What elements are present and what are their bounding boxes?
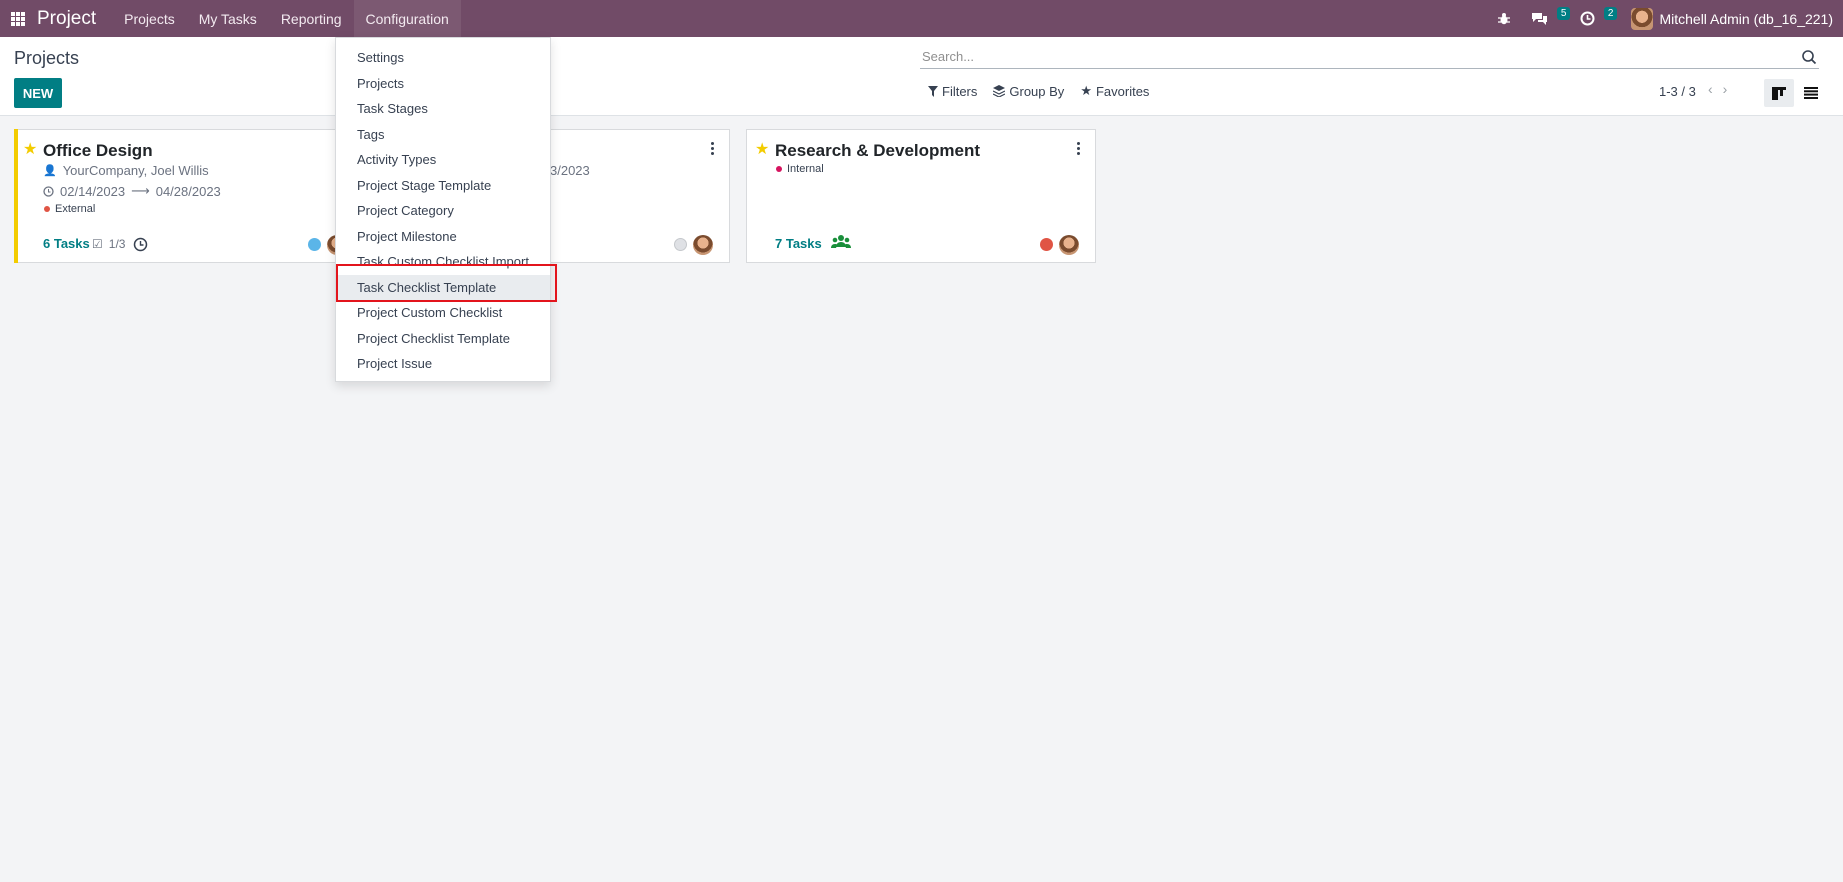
- favorites-label: Favorites: [1095, 83, 1150, 99]
- tag-color-dot: [44, 206, 50, 212]
- tasks-count-link[interactable]: 6 Tasks: [43, 236, 90, 251]
- tag-color-dot: [776, 166, 782, 172]
- status-indicator[interactable]: [1040, 238, 1053, 251]
- top-navbar: Project Projects My Tasks Reporting Conf…: [0, 0, 1843, 37]
- star-icon[interactable]: ★: [755, 139, 769, 159]
- apps-menu-icon[interactable]: [11, 11, 25, 26]
- messages-icon[interactable]: 5: [1521, 0, 1571, 37]
- partial-date: 3/2023: [550, 163, 590, 178]
- group-by-button[interactable]: Group By: [993, 83, 1064, 99]
- list-view-button[interactable]: [1796, 79, 1826, 107]
- menu-reporting[interactable]: Reporting: [269, 0, 354, 37]
- avatar: [1631, 7, 1654, 30]
- checkbox-icon: ☑: [92, 237, 103, 251]
- search-icon[interactable]: [1799, 47, 1819, 67]
- avatar[interactable]: [693, 235, 713, 255]
- menu-item-activity-types[interactable]: Activity Types: [336, 147, 550, 173]
- tasks-count-link[interactable]: 7 Tasks: [775, 236, 822, 251]
- user-name: Mitchell Admin (db_16_221): [1659, 10, 1833, 27]
- group-by-label: Group By: [1009, 83, 1065, 99]
- card-menu-icon[interactable]: [1077, 142, 1081, 155]
- debug-icon[interactable]: [1487, 0, 1521, 37]
- arrow-right-icon: ⟶: [131, 183, 150, 198]
- favorite-bar: [14, 129, 18, 263]
- menu-item-project-checklist-template[interactable]: Project Checklist Template: [336, 326, 550, 352]
- pager-value[interactable]: 1-3 / 3: [1659, 84, 1696, 99]
- project-customer: YourCompany, Joel Willis: [62, 163, 209, 178]
- kanban-icon: [1772, 86, 1786, 100]
- menu-item-task-checklist-template[interactable]: Task Checklist Template: [336, 274, 550, 300]
- menu-item-settings[interactable]: Settings: [336, 45, 550, 71]
- activity-clock-icon[interactable]: [133, 237, 148, 252]
- star-icon[interactable]: ★: [23, 139, 37, 159]
- project-tag: Internal: [787, 163, 824, 175]
- users-group-icon: [831, 235, 851, 248]
- user-menu[interactable]: Mitchell Admin (db_16_221): [1617, 7, 1843, 30]
- project-card-office-design[interactable]: ★ Office Design 👤 YourCompany, Joel Will…: [14, 129, 364, 263]
- status-indicator[interactable]: [308, 238, 321, 251]
- layers-icon: [993, 85, 1006, 97]
- menu-item-project-category[interactable]: Project Category: [336, 198, 550, 224]
- clock-icon: [43, 185, 54, 197]
- filters-button[interactable]: Filters: [928, 83, 977, 99]
- menu-item-project-milestone[interactable]: Project Milestone: [336, 224, 550, 250]
- menu-item-projects[interactable]: Projects: [336, 71, 550, 97]
- menu-item-task-stages[interactable]: Task Stages: [336, 96, 550, 122]
- messages-count-badge: 5: [1556, 7, 1571, 20]
- breadcrumb: Projects: [14, 48, 80, 68]
- status-indicator[interactable]: [674, 238, 687, 251]
- project-tag: External: [55, 203, 96, 215]
- activities-count-badge: 2: [1603, 7, 1618, 20]
- search-bar[interactable]: Search...: [920, 45, 1819, 69]
- star-icon: ★: [1080, 83, 1092, 98]
- menu-item-tags[interactable]: Tags: [336, 122, 550, 148]
- filter-icon: [928, 85, 938, 97]
- menu-item-project-custom-checklist[interactable]: Project Custom Checklist: [336, 300, 550, 326]
- pager-previous-icon[interactable]: ‹: [1708, 81, 1713, 97]
- project-title: Office Design: [43, 141, 153, 160]
- menu-item-project-issue[interactable]: Project Issue: [336, 351, 550, 377]
- date-end: 04/28/2023: [155, 183, 221, 199]
- kanban-view-button[interactable]: [1764, 79, 1794, 107]
- menu-my-tasks[interactable]: My Tasks: [187, 0, 269, 37]
- app-brand[interactable]: Project: [37, 8, 96, 30]
- search-input[interactable]: Search...: [920, 49, 1799, 64]
- list-icon: [1804, 87, 1818, 99]
- configuration-dropdown: Settings Projects Task Stages Tags Activ…: [335, 37, 551, 382]
- avatar[interactable]: [1059, 235, 1079, 255]
- filters-label: Filters: [942, 83, 978, 99]
- activities-icon[interactable]: 2: [1570, 0, 1618, 37]
- menu-configuration[interactable]: Configuration: [353, 0, 461, 37]
- pager-next-icon[interactable]: ›: [1723, 81, 1728, 97]
- card-menu-icon[interactable]: [711, 142, 715, 155]
- project-card-research-development[interactable]: ★ Research & Development Internal 7 Task…: [746, 129, 1096, 263]
- user-icon: 👤: [43, 165, 57, 177]
- favorites-button[interactable]: ★ Favorites: [1080, 83, 1149, 99]
- project-title: Research & Development: [775, 141, 981, 160]
- checklist-progress: 1/3: [108, 237, 126, 251]
- date-start: 02/14/2023: [60, 183, 126, 199]
- menu-projects[interactable]: Projects: [112, 0, 187, 37]
- menu-item-project-stage-template[interactable]: Project Stage Template: [336, 173, 550, 199]
- new-button[interactable]: NEW: [14, 78, 62, 108]
- menu-item-task-custom-checklist-import[interactable]: Task Custom Checklist Import: [336, 249, 550, 275]
- control-panel: Projects NEW Search... Filters Group By …: [0, 37, 1843, 116]
